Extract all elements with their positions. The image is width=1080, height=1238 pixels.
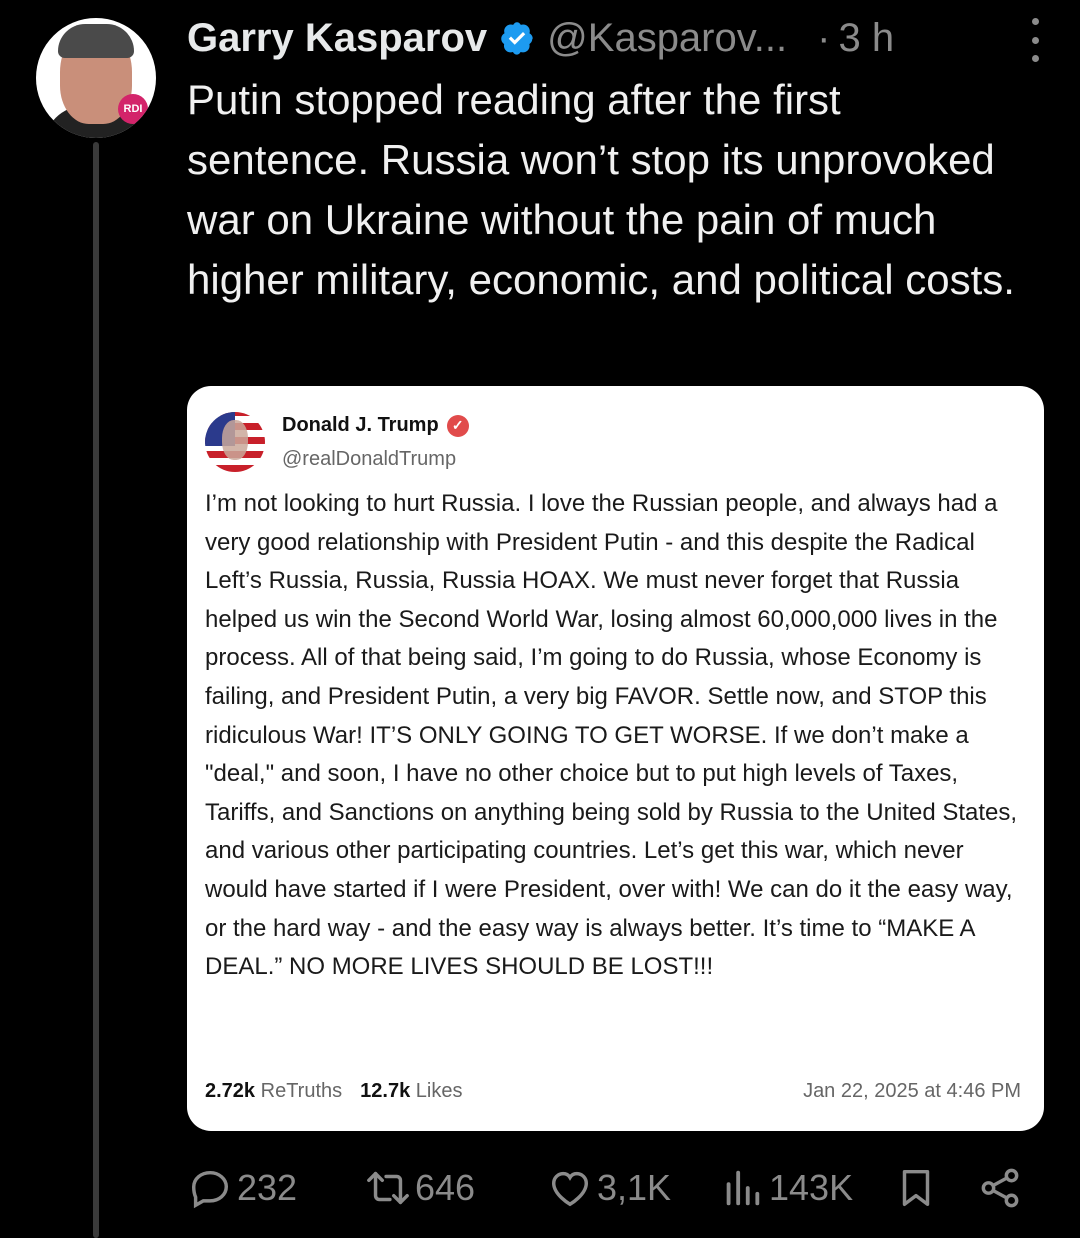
quoted-author-name-row: Donald J. Trump ✓: [282, 414, 469, 437]
likes-stat: 12.7k Likes: [360, 1079, 463, 1102]
tweet-time[interactable]: 3 h: [838, 16, 894, 61]
quoted-author-avatar: [205, 412, 265, 472]
quoted-post-footer: 2.72k ReTruths 12.7k Likes Jan 22, 2025 …: [205, 1076, 1021, 1106]
author-name[interactable]: Garry Kasparov: [187, 16, 487, 61]
verified-badge-icon: [501, 22, 533, 55]
reply-count: 232: [237, 1167, 298, 1208]
quoted-post-date: Jan 22, 2025 at 4:46 PM: [803, 1079, 1021, 1102]
avatar-badge: RDI: [118, 94, 148, 124]
quoted-post-body: I’m not looking to hurt Russia. I love t…: [205, 490, 1018, 981]
like-count: 3,1K: [597, 1167, 672, 1208]
tweet-header: Garry Kasparov @Kasparov... · 3 h: [187, 12, 1047, 64]
share-button[interactable]: [977, 1162, 1023, 1214]
bookmark-button[interactable]: [893, 1162, 939, 1214]
like-button[interactable]: 3,1K: [547, 1162, 671, 1214]
bookmark-icon: [902, 1169, 930, 1207]
avatar-hair: [58, 24, 134, 58]
quoted-author-name: Donald J. Trump: [282, 414, 439, 436]
reply-button[interactable]: 232: [187, 1162, 297, 1214]
repost-count: 646: [415, 1167, 476, 1208]
retruths-stat: 2.72k ReTruths: [205, 1079, 343, 1102]
views-icon: [726, 1170, 760, 1206]
quoted-verified-icon: ✓: [446, 414, 469, 437]
author-handle[interactable]: @Kasparov...: [547, 16, 787, 61]
repost-icon: [367, 1171, 409, 1205]
repost-button[interactable]: 646: [365, 1162, 475, 1214]
more-icon[interactable]: [1023, 18, 1047, 62]
views-button[interactable]: 143K: [719, 1162, 853, 1214]
action-bar: 232 646 3,1K 143K: [187, 1162, 1037, 1214]
separator-dot: ·: [817, 15, 831, 60]
like-icon: [551, 1171, 589, 1207]
tweet-text: Putin stopped reading after the first se…: [187, 76, 1015, 303]
author-avatar[interactable]: RDI: [36, 18, 156, 138]
reply-icon: [191, 1170, 229, 1209]
quoted-author-handle: @realDonaldTrump: [282, 448, 457, 470]
thread-line: [93, 142, 99, 1238]
quoted-post-card[interactable]: Donald J. Trump ✓ @realDonaldTrump I’m n…: [187, 386, 1044, 1131]
share-icon: [981, 1168, 1019, 1208]
views-count: 143K: [769, 1167, 854, 1208]
